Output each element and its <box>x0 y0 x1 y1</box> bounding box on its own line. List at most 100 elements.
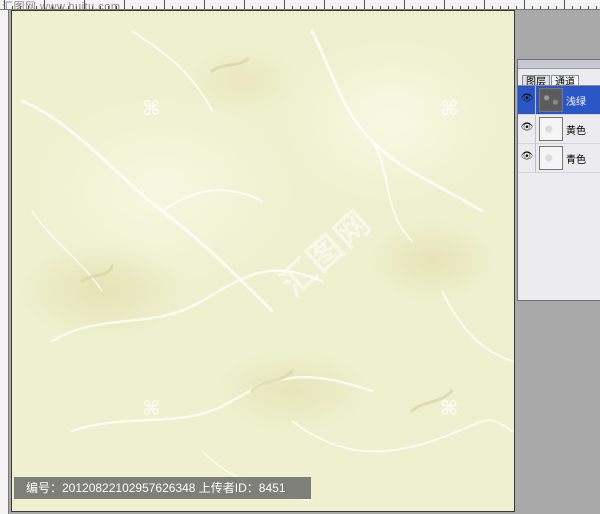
ruler-tick <box>292 6 293 9</box>
horizontal-ruler: 汇图网 www.huitu.com <box>0 0 600 10</box>
ruler-tick <box>244 0 245 9</box>
ruler-tick <box>132 6 133 9</box>
ruler-tick <box>52 6 53 9</box>
ruler-tick <box>508 6 509 9</box>
watermark-mark-icon: ⌘ <box>440 398 459 420</box>
ruler-tick <box>276 6 277 9</box>
ruler-tick <box>420 6 421 9</box>
ruler-tick <box>180 6 181 9</box>
ruler-tick <box>476 6 477 9</box>
ruler-tick <box>12 6 13 9</box>
ruler-tick <box>572 6 573 9</box>
channel-row-cyan[interactable]: 👁 青色 <box>518 144 600 173</box>
ruler-tick <box>252 6 253 9</box>
ruler-tick <box>28 6 29 9</box>
ruler-tick <box>260 6 261 9</box>
divider <box>535 144 536 172</box>
ruler-tick <box>380 6 381 9</box>
ruler-tick <box>388 6 389 9</box>
vertical-ruler <box>0 10 9 514</box>
eye-icon[interactable]: 👁 <box>520 92 534 106</box>
channels-panel: 图层通道路径 👁 浅绿 👁 黄色 👁 青色 <box>517 59 600 301</box>
ruler-tick <box>164 0 165 9</box>
ruler-tick <box>532 6 533 9</box>
ruler-tick <box>356 6 357 9</box>
ruler-tick <box>460 6 461 9</box>
channel-label: 黄色 <box>566 126 586 137</box>
ruler-tick <box>452 6 453 9</box>
ruler-tick <box>404 0 405 9</box>
ruler-tick <box>36 6 37 9</box>
watermark-mark-icon: ⌘ <box>142 398 161 420</box>
ruler-tick <box>268 6 269 9</box>
ruler-tick <box>372 6 373 9</box>
ruler-tick <box>84 0 85 9</box>
ruler-tick <box>564 0 565 9</box>
channel-label: 青色 <box>566 155 586 166</box>
image-caption: 编号：20120822102957626348 上传者ID：8451 <box>14 477 311 499</box>
ruler-tick <box>596 6 597 9</box>
eye-icon[interactable]: 👁 <box>520 121 534 135</box>
ruler-tick <box>140 6 141 9</box>
ruler-tick <box>172 6 173 9</box>
ruler-tick <box>444 0 445 9</box>
ruler-tick <box>20 6 21 9</box>
divider <box>535 86 536 114</box>
ruler-tick <box>548 6 549 9</box>
ruler-tick <box>44 0 45 9</box>
ruler-tick <box>220 6 221 9</box>
ruler-tick <box>228 6 229 9</box>
panel-tabs: 图层通道路径 <box>522 71 600 107</box>
ruler-tick <box>4 0 5 9</box>
ruler-tick <box>300 6 301 9</box>
ruler-tick <box>436 6 437 9</box>
ruler-tick <box>556 6 557 9</box>
ruler-tick <box>60 6 61 9</box>
channel-thumbnail <box>539 117 563 141</box>
ruler-tick <box>412 6 413 9</box>
ruler-tick <box>188 6 189 9</box>
ruler-tick <box>484 0 485 9</box>
eye-icon[interactable]: 👁 <box>520 150 534 164</box>
ruler-tick <box>196 6 197 9</box>
ruler-tick <box>364 0 365 9</box>
watermark-mark-icon: ⌘ <box>142 98 161 120</box>
ruler-tick <box>100 6 101 9</box>
ruler-tick <box>500 6 501 9</box>
ruler-tick <box>524 0 525 9</box>
ruler-tick <box>116 6 117 9</box>
channel-list: 👁 浅绿 👁 黄色 👁 青色 <box>518 85 600 173</box>
ruler-tick <box>348 6 349 9</box>
ruler-tick <box>316 6 317 9</box>
ruler-tick <box>580 6 581 9</box>
ruler-tick <box>108 6 109 9</box>
ruler-tick <box>428 6 429 9</box>
ruler-tick <box>236 6 237 9</box>
ruler-tick <box>284 0 285 9</box>
ruler-tick <box>492 6 493 9</box>
ruler-tick <box>516 6 517 9</box>
ruler-tick <box>308 6 309 9</box>
ruler-tick <box>68 6 69 9</box>
ruler-tick <box>204 0 205 9</box>
channel-row-light-green[interactable]: 👁 浅绿 <box>518 86 600 115</box>
ruler-tick <box>468 6 469 9</box>
divider <box>535 115 536 143</box>
ruler-tick <box>396 6 397 9</box>
marble-veins <box>20 29 513 502</box>
document-canvas[interactable]: 汇图网 ⌘ ⌘ ⌘ ⌘ <box>11 10 515 512</box>
ruler-tick <box>148 6 149 9</box>
ruler-tick <box>76 6 77 9</box>
ruler-tick <box>156 6 157 9</box>
channel-row-yellow[interactable]: 👁 黄色 <box>518 115 600 144</box>
ruler-tick <box>588 6 589 9</box>
ruler-tick <box>124 0 125 9</box>
ruler-tick <box>92 6 93 9</box>
channel-thumbnail <box>539 146 563 170</box>
ruler-tick <box>212 6 213 9</box>
ruler-tick <box>340 6 341 9</box>
panel-title-bar[interactable] <box>518 60 600 69</box>
channel-label: 浅绿 <box>566 97 586 108</box>
channel-thumbnail <box>539 88 563 112</box>
ruler-tick <box>332 6 333 9</box>
